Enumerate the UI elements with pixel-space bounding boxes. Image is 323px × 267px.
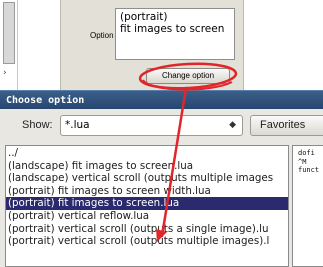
file-item[interactable]: (portrait) vertical scroll (outputs a si… [6,223,288,236]
option-value-line-1: (portrait) [120,11,168,23]
option-value-box: (portrait) fit images to screen [115,8,235,60]
choose-option-window: Choose option Show: *.lua ◆ Favorites ..… [0,90,323,267]
left-scroll-strip: › [0,0,18,90]
file-item[interactable]: (portrait) fit images to screen width.lu… [6,185,288,198]
file-item[interactable]: (portrait) vertical reflow.lua [6,210,288,223]
file-item[interactable]: (portrait) vertical scroll (outputs mult… [6,235,288,248]
chooser-toolbar: Show: *.lua ◆ Favorites [0,109,323,141]
option-dialog: › Option (portrait) fit images to screen… [0,0,323,90]
file-item-parent[interactable]: ../ [6,147,288,160]
file-preview-pane: dofi ^M funct [292,145,323,267]
filter-value: *.lua [65,119,90,131]
file-item-selected[interactable]: (portrait) fit images to screen.lua [6,197,288,210]
updown-arrow-icon: ◆ [229,120,236,130]
change-option-button[interactable]: Change option [146,68,230,84]
preview-line: dofi [298,149,315,157]
scrollbar-thumb[interactable] [3,2,15,64]
filter-select[interactable]: *.lua ◆ [60,115,243,136]
file-list[interactable]: ../ (landscape) fit images to screen.lua… [5,145,289,267]
file-item[interactable]: (landscape) fit images to screen.lua [6,160,288,173]
preview-line: funct [298,166,320,174]
window-title: Choose option [0,90,323,109]
option-label: Option [90,31,114,40]
left-edge-mark: › [3,68,7,78]
file-item[interactable]: (landscape) vertical scroll (outputs mul… [6,172,288,185]
show-label: Show: [22,119,53,131]
favorites-button[interactable]: Favorites [250,115,323,136]
option-value-line-2: fit images to screen [120,23,225,35]
preview-line: ^M [298,157,307,166]
